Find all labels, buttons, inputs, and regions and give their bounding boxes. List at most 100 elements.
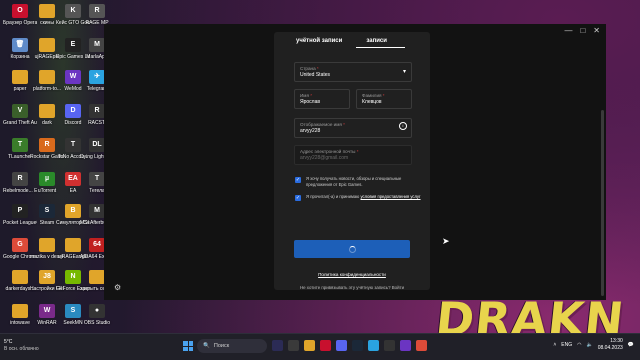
taskbar-search[interactable]: 🔍 Поиск (197, 339, 267, 353)
app-icon: J8 (39, 270, 55, 284)
app-icon (12, 270, 28, 284)
search-placeholder: Поиск (213, 343, 230, 349)
app-icon: M (89, 204, 105, 218)
taskbar-app-icon[interactable] (368, 340, 379, 351)
terms-link[interactable]: условия предоставления услуг (360, 194, 420, 199)
windows-start-icon[interactable] (183, 341, 193, 351)
email-label: Адрес электронной почты (300, 149, 356, 154)
app-icon: ✈ (89, 70, 105, 84)
desktop-icon-label: OBS Studio (83, 320, 111, 326)
app-icon (39, 4, 55, 18)
first-name-value: Ярослав (300, 99, 321, 105)
notification-icon[interactable]: 💬 (628, 342, 634, 348)
taskbar-app-icon[interactable] (336, 340, 347, 351)
newsletter-checkbox[interactable]: ✓ (295, 177, 301, 183)
language-indicator[interactable]: ENG (561, 342, 572, 348)
app-icon (39, 238, 55, 252)
gear-icon[interactable]: ⚙ (114, 283, 121, 292)
app-icon: R (12, 172, 28, 186)
taskbar-app-icon[interactable] (416, 340, 427, 351)
maximize-button[interactable]: □ (580, 26, 585, 35)
app-icon: T (89, 172, 105, 186)
epic-launcher-window: — □ ✕ ⚙ ➤ учётной записи записи Страна *… (104, 24, 606, 300)
desktop-icon[interactable]: ● OBS Studio (80, 304, 114, 326)
app-icon: E (65, 38, 81, 52)
newsletter-checkbox-row[interactable]: ✓ Я хочу получать новости, обзоры и спец… (295, 176, 422, 188)
last-name-label: Фамилия (362, 93, 382, 98)
scrollbar[interactable] (601, 110, 604, 296)
app-icon: µ (39, 172, 55, 186)
taskbar: 5°C В осн. облачно 🔍 Поиск ˄ ENG ◠ 🔈 13:… (0, 333, 640, 360)
last-name-value: Клевцов (362, 99, 382, 105)
info-icon[interactable]: i (399, 122, 407, 130)
display-name-field[interactable]: Отображаемое имя * arvyy228 i (294, 118, 412, 138)
taskbar-app-icon[interactable] (304, 340, 315, 351)
app-icon: T (12, 138, 28, 152)
app-icon: S (39, 204, 55, 218)
clock-date: 08.04.2023 (597, 345, 623, 351)
app-icon (39, 70, 55, 84)
last-name-field[interactable]: Фамилия * Клевцов (356, 89, 412, 109)
taskbar-app-icon[interactable] (384, 340, 395, 351)
wifi-icon[interactable]: ◠ (577, 342, 581, 348)
first-name-field[interactable]: Имя * Ярослав (294, 89, 350, 109)
app-icon (39, 104, 55, 118)
submit-button[interactable] (294, 240, 410, 258)
taskbar-app-icon[interactable] (352, 340, 363, 351)
taskbar-app-icon[interactable] (320, 340, 331, 351)
app-icon: W (65, 70, 81, 84)
app-icon: W (39, 304, 55, 318)
app-icon: V (12, 104, 28, 118)
app-icon: 🗑 (12, 38, 28, 52)
desktop-icons: OБраузер Opera GXскиныKКейс GTO GoldenRR… (0, 4, 114, 334)
form-tabs: учётной записи записи (296, 36, 405, 48)
app-icon: R (89, 104, 105, 118)
taskbar-app-icon[interactable] (272, 340, 283, 351)
app-icon: S (65, 304, 81, 318)
first-name-label: Имя (300, 93, 309, 98)
chevron-down-icon: ▾ (402, 69, 406, 75)
clock[interactable]: 13:30 08.04.2023 (598, 338, 623, 352)
app-icon: R (89, 4, 105, 18)
country-value: United States (300, 72, 331, 78)
country-select[interactable]: Страна * United States ▾ (294, 62, 412, 82)
taskbar-app-icon[interactable] (400, 340, 411, 351)
display-name-value: arvyy228 (300, 128, 321, 134)
privacy-policy-link[interactable]: Политика конфиденциальности (274, 272, 430, 277)
app-icon: G (12, 238, 28, 252)
chevron-up-icon[interactable]: ˄ (553, 342, 556, 348)
clock-time: 13:30 (610, 338, 623, 344)
app-icon: B (65, 204, 81, 218)
terms-checkbox-row[interactable]: ✓ Я прочитал(-а) и принимаю условия пред… (295, 194, 422, 201)
email-field: Адрес электронной почты * arvyy228@gmail… (294, 145, 412, 165)
desktop-icon[interactable]: R RAGE MP (80, 4, 114, 26)
system-tray: ˄ ENG ◠ 🔈 13:30 08.04.2023 💬 (553, 338, 634, 352)
minimize-button[interactable]: — (564, 26, 572, 35)
app-icon: T (65, 138, 81, 152)
loading-spinner-icon (348, 245, 356, 253)
app-icon (39, 38, 55, 52)
terms-checkbox[interactable]: ✓ (295, 195, 301, 201)
close-button[interactable]: ✕ (593, 26, 600, 35)
app-icon: ● (89, 304, 105, 318)
app-icon: EA (65, 172, 81, 186)
signup-form: учётной записи записи Страна * United St… (274, 32, 430, 290)
app-icon: O (12, 4, 28, 18)
weather-desc: В осн. облачно (4, 346, 39, 352)
skip-link-text[interactable]: Не хотите привязывать эту учётную запись… (274, 285, 430, 290)
app-icon (12, 70, 28, 84)
app-icon (89, 270, 105, 284)
volume-icon[interactable]: 🔈 (587, 342, 593, 348)
taskbar-apps (272, 340, 427, 351)
email-value: arvyy228@gmail.com (300, 155, 349, 161)
weather-widget[interactable]: 5°C В осн. облачно (4, 339, 39, 353)
app-icon: N (65, 270, 81, 284)
tab-account[interactable]: учётной записи (296, 36, 342, 48)
app-icon: R (39, 138, 55, 152)
terms-text: Я прочитал(-а) и принимаю (306, 194, 360, 199)
app-icon: P (12, 204, 28, 218)
app-icon (12, 304, 28, 318)
tab-record[interactable]: записи (356, 36, 405, 48)
taskbar-app-icon[interactable] (288, 340, 299, 351)
app-icon: M (89, 38, 105, 52)
